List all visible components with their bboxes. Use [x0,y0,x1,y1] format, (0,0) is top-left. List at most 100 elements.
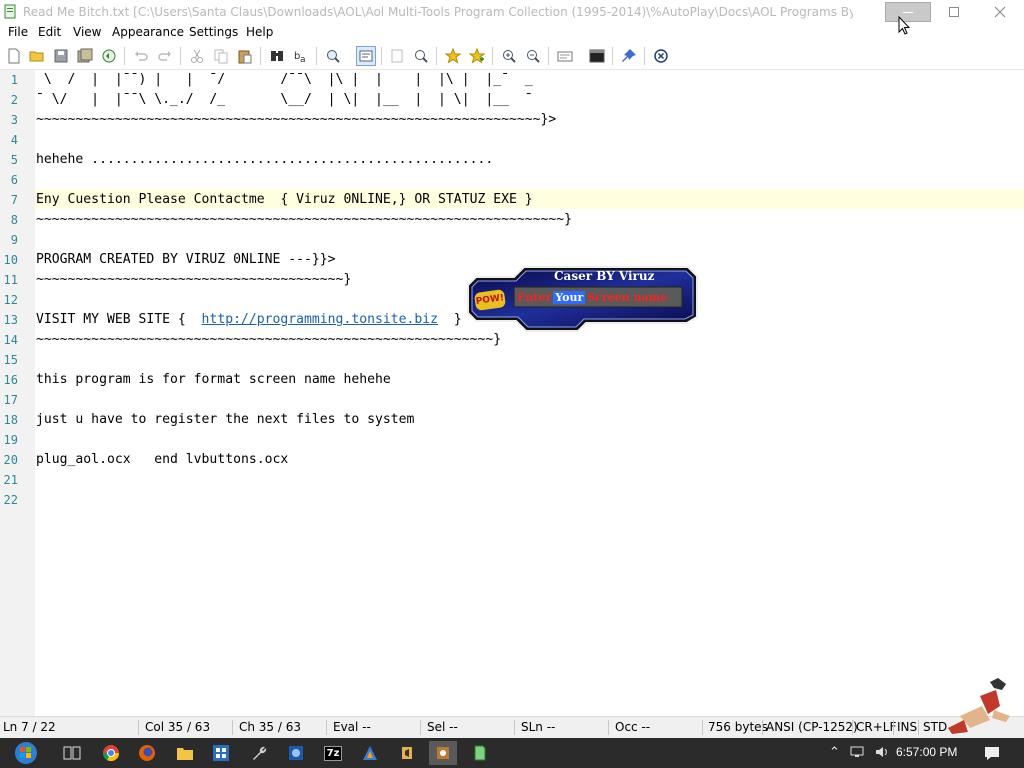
menu-help[interactable]: Help [246,25,273,39]
close-button[interactable] [977,0,1023,24]
favorite-button[interactable] [443,46,463,66]
title-bar: Read Me Bitch.txt [C:\Users\Santa Claus\… [0,0,1024,24]
taskbar-7zip[interactable]: 7z [319,741,347,765]
text-line: \ / | |¯¯) | | ¯/ /¯¯\ |\ | | | |\ | |_¯… [36,72,533,87]
reload-icon [102,49,116,63]
cut-button[interactable] [187,46,207,66]
volume-icon[interactable] [874,745,890,763]
command-prompt-icon [589,49,605,63]
taskbar-app-triangle[interactable] [356,741,384,765]
status-occurrences: Occ -- [615,720,651,734]
status-char: Ch 35 / 63 [239,720,302,734]
save-button[interactable] [51,46,71,66]
close-icon [994,6,1006,18]
line-number: 2 [10,93,18,107]
text-editor[interactable]: \ / | |¯¯) | | ¯/ /¯¯\ |\ | | | |\ | |_¯… [35,70,1024,716]
open-button[interactable] [27,46,47,66]
redo-button[interactable] [155,46,175,66]
menu-edit[interactable]: Edit [38,25,61,39]
menu-view[interactable]: View [73,25,101,39]
website-link[interactable]: http://programming.tonsite.biz [202,312,439,327]
aol-tools-icon [437,747,449,759]
status-line-endings[interactable]: CR+LF [856,720,896,734]
taskbar-file-explorer[interactable] [171,741,199,765]
taskbar: 7z ⌃ 6:57:00 PM [0,738,1024,768]
word-wrap-button[interactable] [356,46,376,66]
reload-button[interactable] [99,46,119,66]
redo-icon [158,51,171,61]
action-center-icon[interactable] [983,745,1001,765]
notepad-icon [474,745,486,761]
taskbar-chrome[interactable] [97,741,125,765]
find-button[interactable] [267,46,287,66]
zoom-in-button[interactable] [499,46,519,66]
line-number: 5 [10,153,18,167]
line-number: 10 [3,253,18,267]
undo-button[interactable] [131,46,151,66]
mouse-pointer-icon [898,16,911,35]
new-file-button[interactable] [4,46,24,66]
taskbar-clock[interactable]: 6:57:00 PM [896,745,957,759]
text-line: plug_aol.ocx end lvbuttons.ocx [36,452,289,467]
save-icon [54,49,68,63]
status-line: Ln 7 / 22 [3,720,56,734]
close-file-icon [654,49,668,63]
caser-input[interactable]: Enter Your Screen name [515,288,669,306]
taskbar-aol-tools[interactable] [429,741,457,765]
taskbar-app-speaker[interactable] [393,741,421,765]
status-selection: Sel -- [427,720,458,734]
taskbar-app-grid[interactable] [207,741,235,765]
command-prompt-button[interactable] [587,46,607,66]
copy-button[interactable] [211,46,231,66]
taskbar-notepad[interactable] [466,741,494,765]
text-line: ~~~~~~~~~~~~~~~~~~~~~~~~~~~~~~~~~~~~~~~~… [36,212,573,227]
wrench-icon [253,746,267,760]
save-all-icon [77,48,93,63]
replace-button[interactable]: ba [291,46,311,66]
task-view-button[interactable] [58,741,86,765]
text-line: ~~~~~~~~~~~~~~~~~~~~~~~~~~~~~~~~~~~~~~~} [36,272,352,287]
word-wrap-icon [359,50,373,62]
chrome-icon [102,745,120,762]
maximize-icon [949,7,959,17]
status-encoding[interactable]: ANSI (CP-1252) [766,720,858,734]
undo-icon [135,51,148,61]
taskbar-tools[interactable] [245,741,273,765]
tray-expand-icon[interactable]: ⌃ [829,745,840,760]
close-file-button[interactable] [651,46,671,66]
select-all-icon [391,49,403,63]
pin-button[interactable] [619,46,639,66]
taskbar-firefox[interactable] [133,741,161,765]
replace-icon: ba [294,51,306,64]
text-line: ¯ \/ | |¯¯\ \._./ /_ \__/ | \| |__ | | \… [36,92,533,107]
seven-zip-icon: 7z [323,745,343,761]
select-all-button[interactable] [387,46,407,66]
menu-file[interactable]: File [8,25,28,39]
network-icon[interactable] [850,745,866,763]
line-number: 4 [10,133,18,147]
text-line: PROGRAM CREATED BY VIRUZ 0NLINE ---}}> [36,252,336,267]
caser-text-screen-name: Screen name [587,290,668,304]
character-cursor-icon [948,678,1010,734]
taskbar-app-blue[interactable] [282,741,310,765]
menu-settings[interactable]: Settings [189,25,238,39]
zoom-button[interactable] [411,46,431,66]
scheme-button[interactable] [555,46,575,66]
line-number-gutter: 1 2 3 4 5 6 7 8 9 10 11 12 13 14 15 16 1… [0,70,35,716]
add-favorite-button[interactable] [467,46,487,66]
save-all-button[interactable] [75,46,95,66]
zoom-out-button[interactable] [523,46,543,66]
text-line: this program is for format screen name h… [36,372,391,387]
pin-icon [622,49,636,62]
new-file-icon [8,48,20,64]
find-in-files-button[interactable] [323,46,343,66]
menu-appearance[interactable]: Appearance [112,25,184,39]
start-button[interactable] [6,741,46,765]
status-insert-mode[interactable]: INS [897,720,917,734]
paste-button[interactable] [235,46,255,66]
website-label: VISIT MY WEB SITE { [36,312,202,327]
maximize-button[interactable] [931,0,977,24]
caser-popup[interactable]: Caser BY Viruz POW! Enter Your Screen na… [466,265,699,333]
text-line: hehehe .................................… [36,152,494,167]
toolbar: ba [0,42,1024,70]
